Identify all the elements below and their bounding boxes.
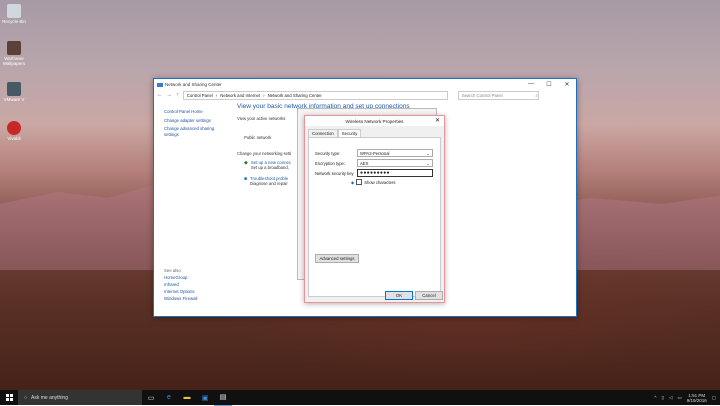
tab-connection[interactable]: Connection (308, 129, 338, 137)
address-bar-row: ← → ↑ Control Panel › Network and Intern… (154, 90, 576, 100)
control-panel-taskbar-icon[interactable]: ▤ (214, 390, 232, 406)
homegroup-link[interactable]: HomeGroup (164, 274, 197, 281)
search-icon: ⌕ (535, 92, 538, 98)
taskbar: ○ Ask me anything ▭ e ▬ ▣ ▤ ^ ▯ ◁ ▭ 1:51… (0, 390, 720, 406)
edge-icon[interactable]: e (160, 390, 178, 405)
chevron-down-icon: ⌄ (426, 150, 430, 156)
desktop-icon-label: Recycle Bin (2, 19, 26, 24)
encryption-type-select[interactable]: AES ⌄ (357, 159, 433, 167)
clock[interactable]: 1:51 PM 9/19/2016 (687, 393, 707, 403)
forward-arrow-icon[interactable]: → (167, 92, 173, 98)
setup-connection-icon: ◆ (244, 160, 248, 166)
notifications-icon[interactable]: ▢ (712, 395, 716, 401)
security-key-label: Network security key (315, 170, 354, 176)
desktop-icon-label: Warframe Wallpapers (2, 56, 26, 66)
desktop-icon-recycle-bin[interactable]: Recycle Bin (2, 4, 26, 24)
cortana-search-text: Ask me anything (31, 394, 68, 401)
app-icon (7, 82, 21, 96)
maximize-button[interactable]: ☐ (540, 81, 558, 88)
security-type-label: Security type: (315, 150, 341, 156)
security-key-input[interactable]: ●●●●●●●●● (357, 169, 433, 177)
windows-firewall-link[interactable]: Windows Firewall (164, 295, 197, 302)
change-sharing-settings-link[interactable]: Change advanced sharing settings (164, 126, 224, 137)
setup-connection-desc: Set up a broadband, (250, 165, 289, 170)
up-arrow-icon[interactable]: ↑ (176, 92, 179, 98)
store-icon[interactable]: ▣ (196, 390, 214, 405)
close-button[interactable]: ✕ (558, 81, 576, 88)
file-explorer-icon[interactable]: ▬ (178, 390, 196, 405)
recycle-bin-icon (7, 4, 21, 18)
clock-date: 9/19/2016 (686, 397, 707, 403)
windows-logo-icon (5, 394, 13, 401)
wireless-properties-dialog: Wireless Network Properties ✕ Connection… (304, 115, 445, 303)
cancel-button[interactable]: Cancel (415, 291, 443, 300)
advanced-settings-button[interactable]: Advanced settings (315, 254, 359, 263)
desktop-icon-label: Vivaldi (7, 136, 21, 141)
vivaldi-icon (7, 121, 21, 135)
system-tray: ^ ▯ ◁ ▭ 1:51 PM 9/19/2016 ▢ (654, 393, 720, 403)
show-characters-label: Show characters (364, 179, 396, 185)
encryption-type-value: AES (360, 160, 369, 166)
minimize-button[interactable]: — (522, 81, 540, 88)
security-type-value: WPA2-Personal (360, 150, 390, 156)
title-bar[interactable]: Network and Sharing Center — ☐ ✕ (154, 79, 576, 90)
breadcrumb-control-panel[interactable]: Control Panel (187, 93, 213, 98)
back-arrow-icon[interactable]: ← (157, 92, 163, 98)
breadcrumb-separator-icon: › (215, 92, 218, 98)
breadcrumb-network-sharing[interactable]: Network and Sharing Center (268, 93, 322, 98)
dialog-title-bar[interactable]: Wireless Network Properties ✕ (305, 116, 444, 126)
change-adapter-settings-link[interactable]: Change adapter settings (164, 118, 224, 124)
security-type-select[interactable]: WPA2-Personal ⌄ (357, 149, 433, 157)
security-panel: Security type: WPA2-Personal ⌄ Encryptio… (308, 137, 441, 297)
ok-button[interactable]: OK (385, 291, 413, 300)
network-icon[interactable]: ▯ (661, 395, 663, 401)
breadcrumb-separator-icon: › (263, 92, 265, 98)
network-icon (157, 82, 163, 87)
search-input[interactable]: Search Control Panel ⌕ (457, 90, 539, 100)
show-characters-checkbox[interactable] (356, 179, 363, 185)
internet-options-link[interactable]: Internet Options (164, 288, 197, 295)
task-view-icon[interactable]: ▭ (142, 390, 160, 405)
battery-icon[interactable]: ▭ (677, 395, 681, 401)
volume-icon[interactable]: ◁ (669, 395, 672, 401)
dialog-tabs: Connection Security (305, 129, 444, 137)
left-pane: Control Panel Home Change adapter settin… (164, 109, 224, 140)
control-panel-home-link[interactable]: Control Panel Home (164, 109, 224, 115)
encryption-type-label: Encryption type: (315, 160, 346, 166)
start-button[interactable] (0, 390, 18, 405)
app-icon (7, 41, 21, 55)
search-placeholder: Search Control Panel (461, 92, 503, 98)
desktop-icon-vmware[interactable]: VMware V (2, 82, 26, 102)
tab-security[interactable]: Security (337, 129, 362, 137)
troubleshoot-desc: Diagnose and repair (250, 181, 288, 186)
desktop-icon-vivaldi[interactable]: Vivaldi (2, 121, 26, 141)
desktop-icon-label: VMware V (3, 97, 25, 102)
window-title: Network and Sharing Center (165, 82, 222, 87)
dialog-title: Wireless Network Properties (345, 118, 404, 124)
chevron-up-icon[interactable]: ^ (654, 395, 656, 400)
breadcrumb-network-internet[interactable]: Network and Internet (220, 93, 260, 98)
clock-time: 1:51 PM (688, 392, 706, 398)
address-bar[interactable]: Control Panel › Network and Internet › N… (182, 90, 448, 100)
shield-icon: ◆ (351, 179, 355, 185)
desktop-icon-warframe[interactable]: Warframe Wallpapers (2, 41, 26, 66)
see-also-section: See also HomeGroup Infrared Internet Opt… (164, 267, 197, 302)
chevron-down-icon: ⌄ (426, 160, 430, 166)
cortana-circle-icon: ○ (24, 394, 28, 401)
troubleshoot-icon: ■ (244, 176, 248, 182)
cortana-search-box[interactable]: ○ Ask me anything (18, 390, 142, 405)
see-also-title: See also (164, 268, 181, 273)
dialog-close-button[interactable]: ✕ (435, 117, 440, 124)
infrared-link[interactable]: Infrared (164, 281, 197, 288)
